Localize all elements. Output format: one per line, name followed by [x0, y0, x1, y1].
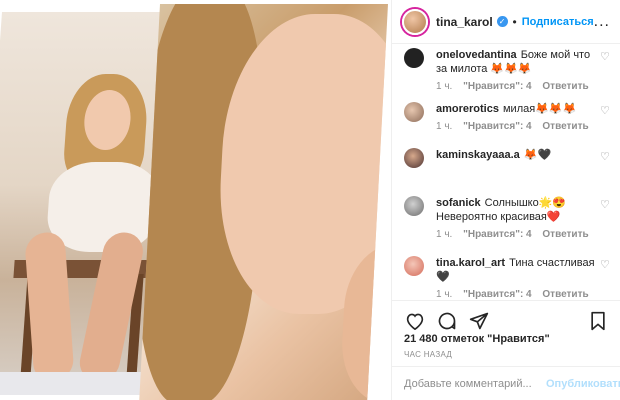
post-header: tina_karol ✓ • Подписаться ... — [392, 0, 620, 44]
avatar[interactable] — [404, 148, 424, 168]
comment-username[interactable]: onelovedantina — [436, 49, 517, 61]
follow-button[interactable]: Подписаться — [522, 16, 594, 28]
post-photo-area — [0, 0, 391, 400]
reply-button[interactable]: Ответить — [542, 81, 588, 92]
heart-icon[interactable]: ♡ — [600, 198, 612, 211]
bookmark-icon[interactable] — [587, 310, 609, 332]
avatar[interactable] — [404, 102, 424, 122]
heart-icon[interactable]: ♡ — [600, 104, 612, 117]
reply-button[interactable]: Ответить — [542, 289, 588, 300]
reply-button[interactable]: Ответить — [542, 121, 588, 132]
comment-age: 1 ч. — [436, 229, 453, 240]
comment-list: onelovedantina Боже мой что за милота 🦊🦊🦊… — [392, 44, 620, 300]
avatar[interactable] — [404, 256, 424, 276]
heart-icon[interactable]: ♡ — [600, 50, 612, 63]
likes-count[interactable]: 21 480 отметок "Нравится" — [404, 333, 550, 345]
comment-likes[interactable]: "Нравится": 4 — [463, 289, 532, 300]
photo-right-closeup — [139, 4, 388, 400]
reply-button[interactable]: Ответить — [542, 229, 588, 240]
publish-button[interactable]: Опубликовать — [546, 378, 620, 390]
heart-icon[interactable]: ♡ — [600, 258, 612, 271]
comment-input[interactable] — [404, 377, 546, 390]
add-comment-bar: Опубликовать — [392, 366, 620, 400]
comment-likes[interactable]: "Нравится": 4 — [463, 81, 532, 92]
comment-username[interactable]: tina.karol_art — [436, 257, 505, 269]
avatar[interactable] — [404, 196, 424, 216]
comment-username[interactable]: kaminskayaaa.a — [436, 149, 520, 161]
comment-meta: 1 ч. "Нравится": 4 Ответить — [436, 80, 596, 94]
comment-likes[interactable]: "Нравится": 4 — [463, 121, 532, 132]
comment-username[interactable]: amorerotics — [436, 103, 499, 115]
avatar[interactable] — [402, 8, 428, 35]
share-icon[interactable] — [468, 310, 490, 332]
comment-meta: 1 ч. "Нравится": 4 Ответить — [436, 288, 596, 300]
verified-badge-icon: ✓ — [496, 16, 508, 27]
separator-dot: • — [512, 14, 517, 29]
comment-age: 1 ч. — [436, 289, 453, 300]
comment-icon[interactable] — [436, 310, 458, 332]
comment-text: милая🦊🦊🦊 — [502, 103, 577, 115]
comment-meta: 1 ч. "Нравится": 4 Ответить — [436, 228, 596, 242]
more-options-icon[interactable]: ... — [594, 13, 610, 31]
comment-age: 1 ч. — [436, 81, 453, 92]
comment-username[interactable]: sofanick — [436, 197, 481, 209]
avatar[interactable] — [404, 48, 424, 68]
heart-icon[interactable] — [404, 310, 426, 332]
post-timestamp: ЧАС НАЗАД — [404, 350, 453, 359]
heart-icon[interactable]: ♡ — [600, 150, 612, 163]
comment-text: 🦊🖤 — [523, 149, 552, 161]
comment-meta: 1 ч. "Нравится": 4 Ответить — [436, 120, 596, 134]
comment-age: 1 ч. — [436, 121, 453, 132]
comment-likes[interactable]: "Нравится": 4 — [463, 229, 532, 240]
author-username[interactable]: tina_karol — [436, 15, 493, 29]
post-side-panel: tina_karol ✓ • Подписаться ... oneloveda… — [391, 0, 620, 400]
